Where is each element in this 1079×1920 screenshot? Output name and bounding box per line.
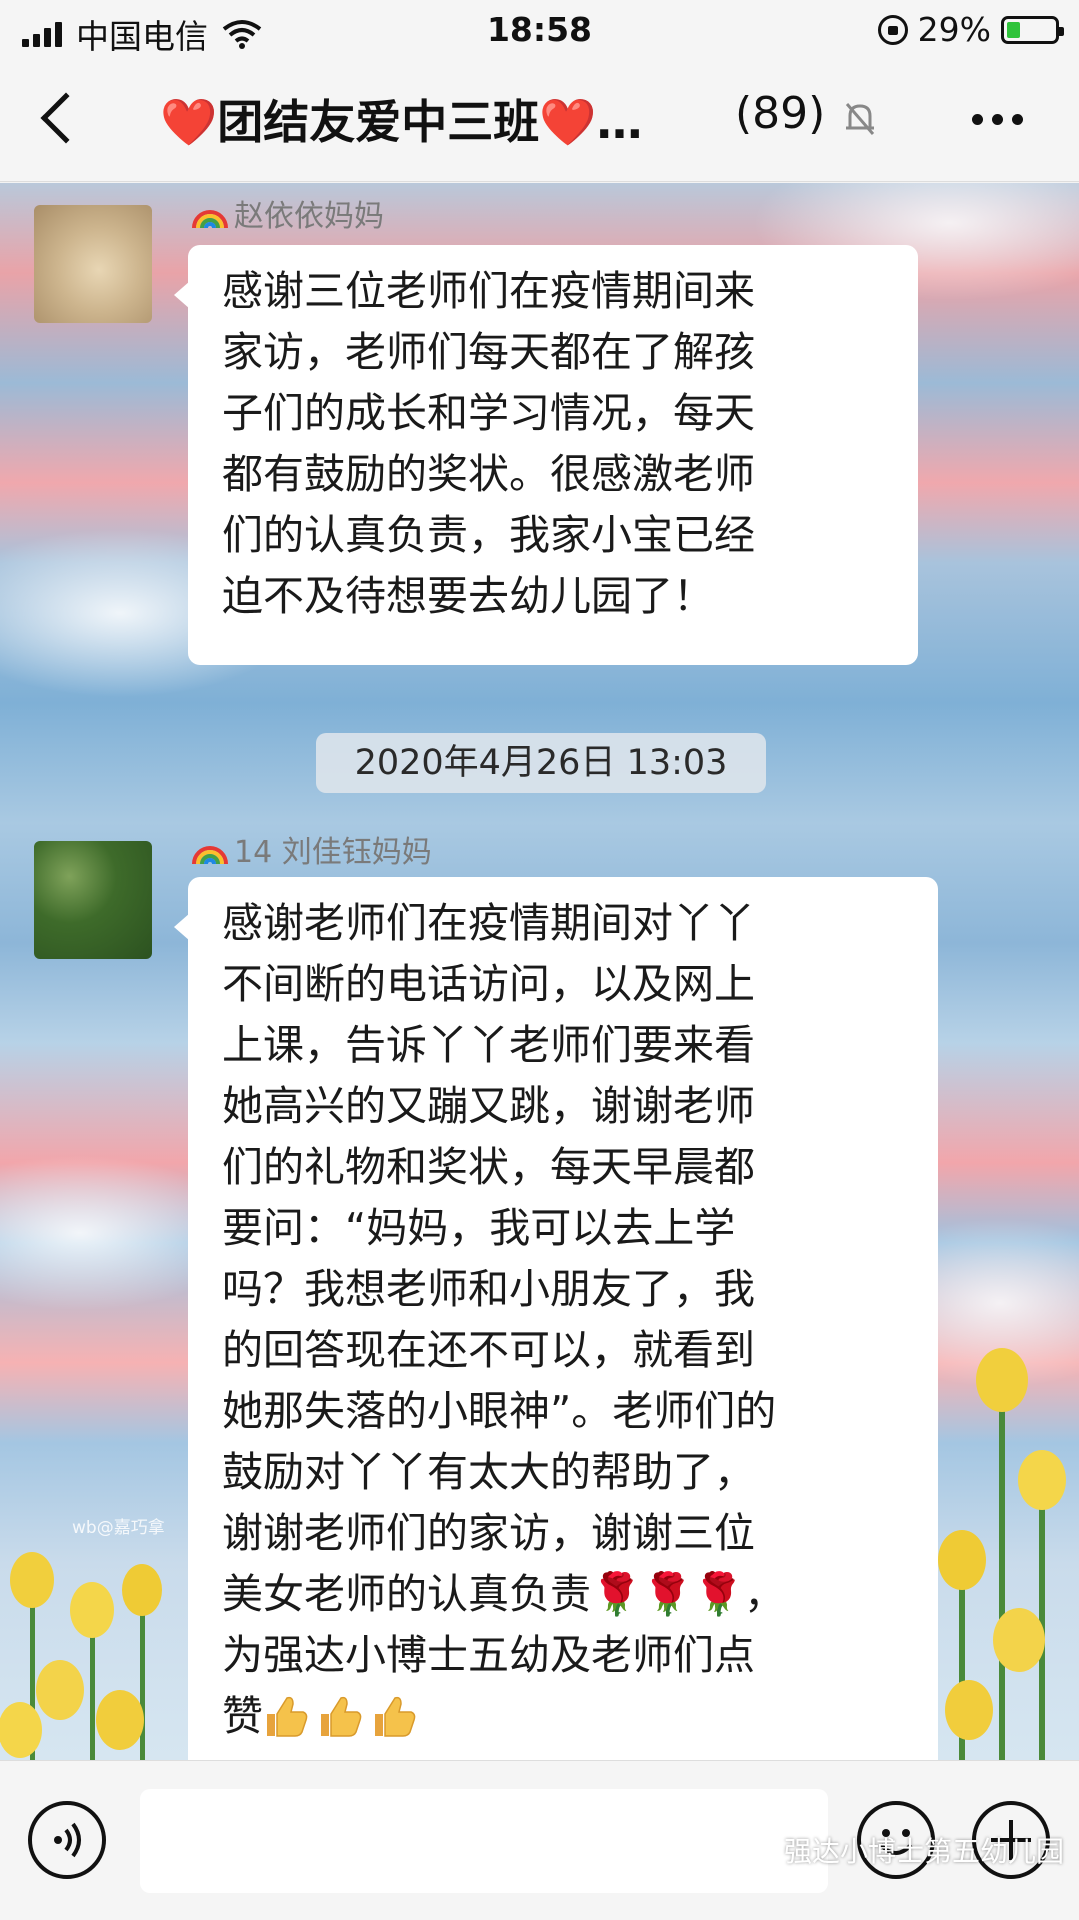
tulip-decoration-right xyxy=(938,1348,1066,1760)
message-line: 都有鼓励的奖状。很感激老师 xyxy=(222,450,755,498)
message-line: 感谢三位老师们在疫情期间来 xyxy=(222,267,755,315)
watermark: 强达小博士第五幼儿园 xyxy=(744,1830,1064,1870)
wechat-icon xyxy=(744,1839,778,1863)
message-last-line: 赞 xyxy=(222,1686,908,1747)
status-bar: 中国电信 18:58 29% xyxy=(0,0,1079,62)
voice-icon[interactable] xyxy=(28,1801,106,1879)
battery-cap xyxy=(1059,26,1064,36)
chat-area[interactable]: 赵依依妈妈 感谢三位老师们在疫情期间来 家访，老师们每天都在了解孩 子们的成长和… xyxy=(0,183,1079,1760)
thumbs-up-icon xyxy=(267,1696,308,1737)
battery-fill xyxy=(1007,21,1021,38)
thumbs-up-icon xyxy=(321,1696,362,1737)
message-line: 子们的成长和学习情况，每天 xyxy=(222,389,755,437)
rainbow-icon xyxy=(192,210,228,228)
sender-label: 14 刘佳钰妈妈 xyxy=(234,835,432,870)
message-line: 美女老师的认真负责🌹🌹🌹， xyxy=(222,1570,786,1618)
message-line: 们的礼物和奖状，每天早晨都 xyxy=(222,1143,755,1191)
battery-charging-icon xyxy=(1001,15,1064,44)
message-line: 家访，老师们每天都在了解孩 xyxy=(222,328,755,376)
message-line: 谢谢老师们的家访，谢谢三位 xyxy=(222,1509,755,1557)
message-line: 们的认真负责，我家小宝已经 xyxy=(222,511,755,559)
rotation-lock-icon xyxy=(877,14,908,45)
message-line: 鼓励对丫丫有太大的帮助了， xyxy=(222,1448,755,1496)
message-line: 不间断的电话访问，以及网上 xyxy=(222,960,755,1008)
rainbow-icon xyxy=(192,846,228,864)
more-dots-icon[interactable] xyxy=(972,114,1023,125)
sender-name: 14 刘佳钰妈妈 xyxy=(190,827,432,871)
bell-muted-icon xyxy=(845,103,875,135)
timestamp-badge: 2020年4月26日 13:03 xyxy=(316,733,766,793)
message-input[interactable] xyxy=(140,1789,828,1893)
watermark-text: 强达小博士第五幼儿园 xyxy=(784,1835,1065,1868)
status-right: 29% xyxy=(877,10,1064,49)
chat-header: ❤️团结友爱中三班❤️… (89) xyxy=(0,62,1079,182)
thumbs-up-icon xyxy=(375,1696,416,1737)
voice-glyph xyxy=(54,1822,81,1858)
message-line: 的回答现在还不可以，就看到 xyxy=(222,1326,755,1374)
chat-title[interactable]: ❤️团结友爱中三班❤️… xyxy=(160,86,643,152)
chevron-left-icon[interactable] xyxy=(40,92,92,144)
message-line: 她那失落的小眼神”。老师们的 xyxy=(222,1387,777,1435)
background-signature: wb@嘉巧拿 xyxy=(72,1518,165,1538)
avatar[interactable] xyxy=(34,841,152,959)
message-line: 要问：“妈妈，我可以去上学 xyxy=(222,1204,736,1252)
message-line: 吗？我想老师和小朋友了，我 xyxy=(222,1265,755,1313)
sender-name: 赵依依妈妈 xyxy=(190,191,384,235)
message-line: 她高兴的又蹦又跳，谢谢老师 xyxy=(222,1082,755,1130)
sender-label: 赵依依妈妈 xyxy=(234,199,384,234)
message-bubble[interactable]: 感谢老师们在疫情期间对丫丫 不间断的电话访问，以及网上 上课，告诉丫丫老师们要来… xyxy=(174,877,938,1760)
message-line: 为强达小博士五幼及老师们点 xyxy=(222,1631,755,1679)
message-line: 感谢老师们在疫情期间对丫丫 xyxy=(222,899,755,947)
message-line: 迫不及待想要去幼儿园了！ xyxy=(222,572,714,620)
message-line: 赞 xyxy=(222,1692,263,1740)
message-bubble[interactable]: 感谢三位老师们在疫情期间来 家访，老师们每天都在了解孩 子们的成长和学习情况，每… xyxy=(174,245,918,665)
message-line: 上课，告诉丫丫老师们要来看 xyxy=(222,1021,755,1069)
avatar[interactable] xyxy=(34,205,152,323)
battery-percent: 29% xyxy=(917,10,991,49)
member-count: (89) xyxy=(735,88,826,139)
